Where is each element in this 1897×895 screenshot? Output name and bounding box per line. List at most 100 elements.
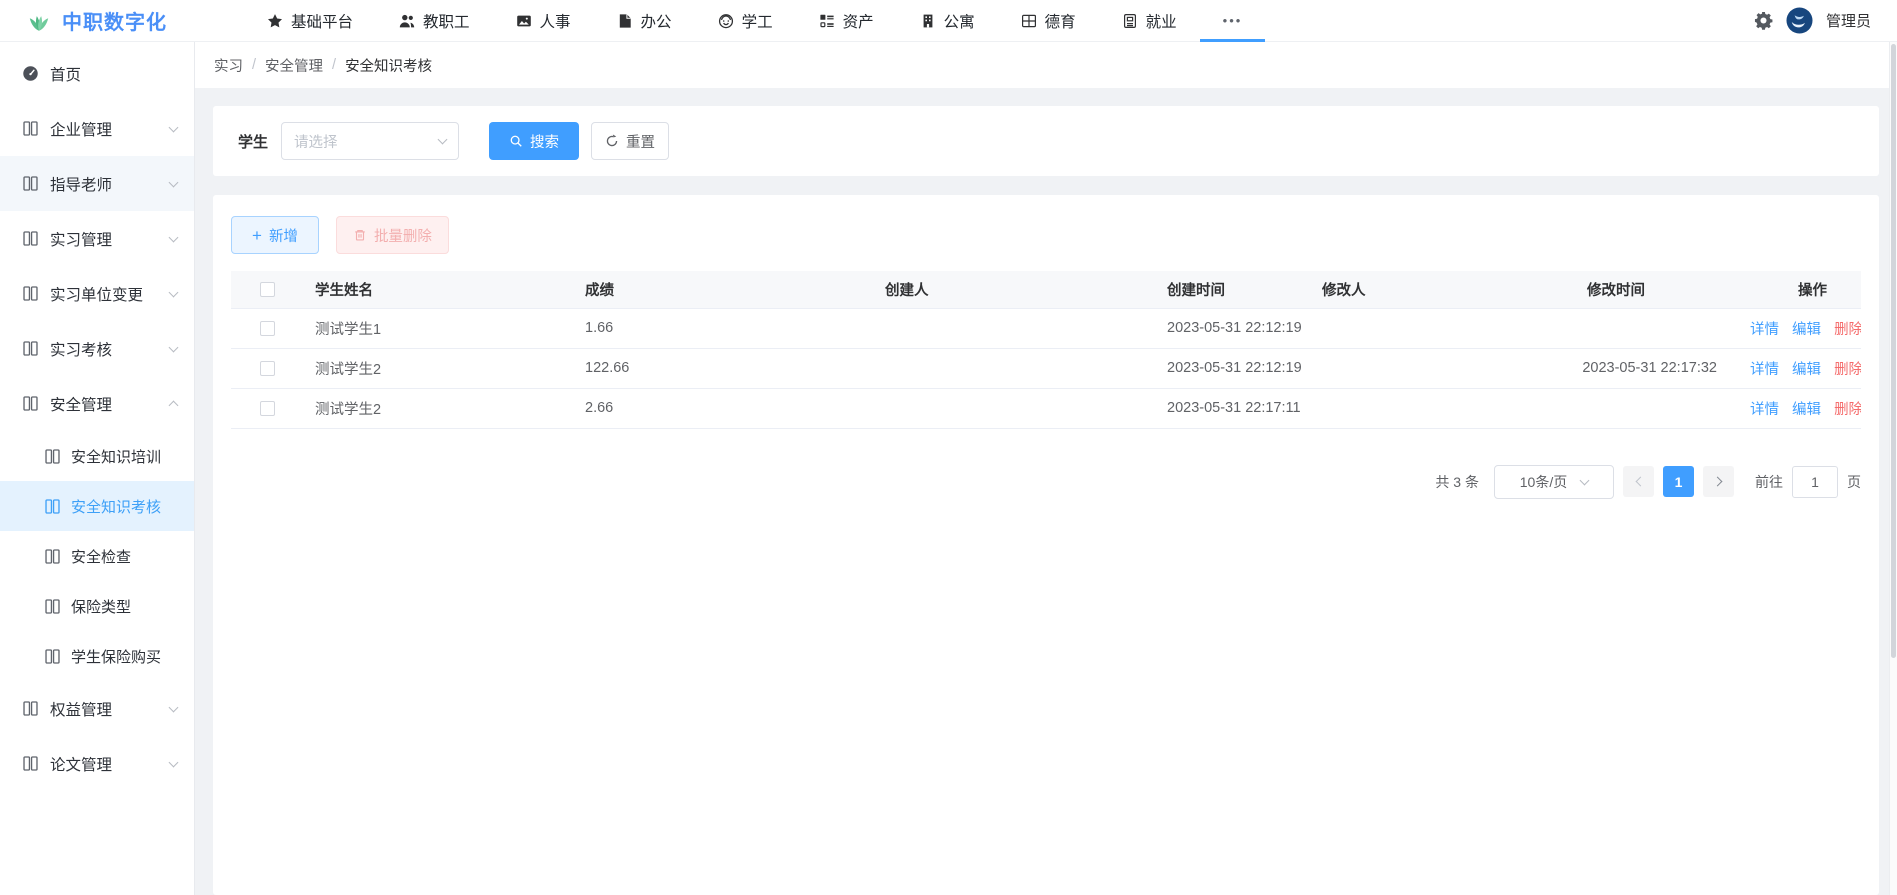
user-name[interactable]: 管理员 xyxy=(1826,10,1871,31)
cell-creator xyxy=(873,308,1155,348)
chevron-down-icon xyxy=(169,122,179,132)
settings-gear-icon[interactable] xyxy=(1754,11,1773,30)
sidebar-item-tutor[interactable]: 指导老师 xyxy=(0,156,194,211)
sidebar-item-thesis[interactable]: 论文管理 xyxy=(0,736,194,791)
chevron-down-icon xyxy=(1580,476,1590,486)
breadcrumb-item[interactable]: 实习 xyxy=(214,55,243,76)
sidebar-subitem-student-insurance[interactable]: 学生保险购买 xyxy=(0,631,194,681)
nav-item-label: 教职工 xyxy=(423,10,470,32)
detail-link[interactable]: 详情 xyxy=(1750,362,1779,378)
sidebar-item-enterprise[interactable]: 企业管理 xyxy=(0,101,194,156)
breadcrumb-item[interactable]: 安全管理 xyxy=(265,55,323,76)
page-size-select[interactable]: 10条/页 xyxy=(1494,465,1614,499)
book-icon xyxy=(22,285,39,302)
cell-creator xyxy=(873,348,1155,388)
sidebar-subitem-safety-training[interactable]: 安全知识培训 xyxy=(0,431,194,481)
sidebar-subitem-safety-exam[interactable]: 安全知识考核 xyxy=(0,481,194,531)
reset-button[interactable]: 重置 xyxy=(591,122,669,160)
add-button[interactable]: + 新增 xyxy=(231,216,319,254)
edit-link[interactable]: 编辑 xyxy=(1792,322,1821,338)
search-button[interactable]: 搜索 xyxy=(489,122,579,160)
cell-created-time: 2023-05-31 22:12:19 xyxy=(1155,308,1310,348)
student-select[interactable]: 请选择 xyxy=(281,122,459,160)
delete-link[interactable]: 删除 xyxy=(1834,322,1861,338)
prev-page-button[interactable] xyxy=(1623,466,1654,497)
plus-icon: + xyxy=(252,227,262,244)
more-ellipsis-icon: ••• xyxy=(1223,13,1243,28)
total-count: 共 3 条 xyxy=(1435,472,1479,492)
pagination: 共 3 条 10条/页 1 前往 页 xyxy=(231,465,1861,499)
student-face-icon xyxy=(718,13,734,29)
page-size-value: 10条/页 xyxy=(1520,472,1567,492)
nav-item-apartment[interactable]: 公寓 xyxy=(897,0,998,42)
batch-delete-button[interactable]: 批量删除 xyxy=(336,216,449,254)
nav-item-hr[interactable]: 人事 xyxy=(493,0,594,42)
staff-people-icon xyxy=(399,13,415,29)
sidebar-item-internship[interactable]: 实习管理 xyxy=(0,211,194,266)
sidebar-subitem-label: 安全检查 xyxy=(71,546,131,567)
select-placeholder: 请选择 xyxy=(294,131,338,152)
sidebar-item-unit-change[interactable]: 实习单位变更 xyxy=(0,266,194,321)
cell-created-time: 2023-05-31 22:17:11 xyxy=(1155,388,1310,428)
book-icon xyxy=(22,700,39,717)
nav-item-more[interactable]: ••• xyxy=(1200,0,1266,42)
goto-page-input[interactable] xyxy=(1792,466,1838,498)
building-icon xyxy=(920,13,936,29)
nav-item-label: 人事 xyxy=(540,10,571,32)
detail-link[interactable]: 详情 xyxy=(1750,322,1779,338)
nav-item-platform[interactable]: 基础平台 xyxy=(244,0,376,42)
sidebar-item-label: 论文管理 xyxy=(50,753,159,775)
records-table: 学生姓名 成绩 创建人 创建时间 修改人 修改时间 操作 测试学生1 1.66 xyxy=(231,271,1861,429)
select-all-checkbox[interactable] xyxy=(260,282,275,297)
col-header-student-name: 学生姓名 xyxy=(303,271,573,308)
nav-item-label: 德育 xyxy=(1045,10,1076,32)
sidebar-item-assessment[interactable]: 实习考核 xyxy=(0,321,194,376)
sidebar-item-rights[interactable]: 权益管理 xyxy=(0,681,194,736)
user-avatar[interactable] xyxy=(1786,7,1813,34)
sidebar-item-safety[interactable]: 安全管理 xyxy=(0,376,194,431)
row-checkbox[interactable] xyxy=(260,321,275,336)
cell-modified-time xyxy=(1440,308,1729,348)
delete-link[interactable]: 删除 xyxy=(1834,362,1861,378)
edit-link[interactable]: 编辑 xyxy=(1792,402,1821,418)
chevron-down-icon xyxy=(169,232,179,242)
brand[interactable]: 中职数字化 xyxy=(26,6,216,35)
search-icon xyxy=(509,134,523,148)
cell-score: 2.66 xyxy=(573,388,873,428)
sidebar-item-home[interactable]: 首页 xyxy=(0,46,194,101)
nav-item-label: 公寓 xyxy=(944,10,975,32)
edit-link[interactable]: 编辑 xyxy=(1792,362,1821,378)
row-checkbox[interactable] xyxy=(260,361,275,376)
nav-item-employment[interactable]: 就业 xyxy=(1099,0,1200,42)
sidebar-subitem-safety-inspection[interactable]: 安全检查 xyxy=(0,531,194,581)
table-row: 测试学生2 122.66 2023-05-31 22:12:19 2023-05… xyxy=(231,348,1861,388)
document-icon xyxy=(617,13,633,29)
next-page-button[interactable] xyxy=(1703,466,1734,497)
nav-item-label: 就业 xyxy=(1146,10,1177,32)
content: 学生 请选择 搜索 重置 + 新增 xyxy=(195,88,1897,895)
nav-item-moral-education[interactable]: 德育 xyxy=(998,0,1099,42)
nav-item-office[interactable]: 办公 xyxy=(594,0,695,42)
breadcrumb-current: 安全知识考核 xyxy=(345,55,432,76)
nav-item-staff[interactable]: 教职工 xyxy=(376,0,493,42)
chevron-up-icon xyxy=(169,401,179,411)
nav-item-label: 办公 xyxy=(641,10,672,32)
add-button-label: 新增 xyxy=(269,225,298,246)
scrollbar-thumb[interactable] xyxy=(1891,44,1896,658)
sidebar-subitem-label: 保险类型 xyxy=(71,596,131,617)
row-checkbox[interactable] xyxy=(260,401,275,416)
chevron-left-icon xyxy=(1635,477,1645,487)
sidebar-item-label: 实习考核 xyxy=(50,338,159,360)
breadcrumb-separator: / xyxy=(252,57,256,73)
sidebar-item-label: 权益管理 xyxy=(50,698,159,720)
chevron-down-icon xyxy=(169,757,179,767)
sidebar-subitem-insurance-type[interactable]: 保险类型 xyxy=(0,581,194,631)
current-page-button[interactable]: 1 xyxy=(1663,466,1694,497)
nav-item-assets[interactable]: 资产 xyxy=(796,0,897,42)
detail-link[interactable]: 详情 xyxy=(1750,402,1779,418)
book-icon xyxy=(44,648,61,665)
brand-title: 中职数字化 xyxy=(62,6,167,35)
delete-link[interactable]: 删除 xyxy=(1834,402,1861,418)
nav-item-student-affairs[interactable]: 学工 xyxy=(695,0,796,42)
sidebar-subitem-label: 学生保险购买 xyxy=(71,646,161,667)
